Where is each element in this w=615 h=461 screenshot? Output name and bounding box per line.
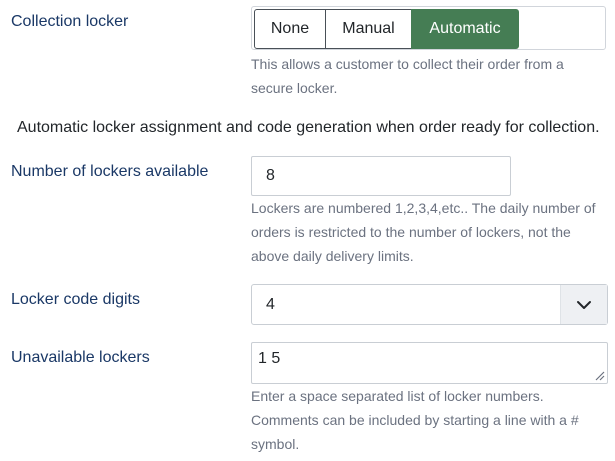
help-line: secure locker.: [251, 80, 338, 96]
option-manual-button[interactable]: Manual: [325, 9, 412, 49]
lockers-available-help: Lockers are numbered 1,2,3,4,etc.. The d…: [251, 196, 596, 268]
collection-locker-help: This allows a customer to collect their …: [251, 52, 564, 100]
help-line: above daily delivery limits.: [251, 248, 414, 264]
help-line: This allows a customer to collect their …: [251, 56, 564, 72]
help-line: Enter a space separated list of locker n…: [251, 388, 544, 404]
code-digits-label: Locker code digits: [11, 291, 140, 308]
help-line: symbol.: [251, 436, 300, 452]
option-none-button[interactable]: None: [254, 9, 326, 49]
unavailable-lockers-label: Unavailable lockers: [11, 349, 150, 366]
chevron-down-icon[interactable]: [560, 285, 607, 324]
resize-handle-icon[interactable]: [593, 369, 605, 381]
help-line: Comments can be included by starting a l…: [251, 412, 579, 428]
code-digits-value: 4: [266, 295, 275, 313]
option-automatic-button[interactable]: Automatic: [411, 9, 519, 49]
collection-locker-segmented-control: None Manual Automatic: [251, 6, 606, 50]
auto-locker-notice: Automatic locker assignment and code gen…: [17, 119, 600, 136]
code-digits-select[interactable]: 4: [251, 284, 608, 325]
lockers-available-input[interactable]: 8: [251, 156, 511, 196]
unavailable-lockers-textarea[interactable]: 1 5: [251, 342, 608, 384]
lockers-available-label: Number of lockers available: [11, 163, 209, 180]
unavailable-lockers-value: 1 5: [258, 350, 281, 367]
collection-locker-label: Collection locker: [11, 13, 129, 30]
help-line: orders is restricted to the number of lo…: [251, 224, 571, 240]
unavailable-lockers-help: Enter a space separated list of locker n…: [251, 384, 579, 456]
help-line: Lockers are numbered 1,2,3,4,etc.. The d…: [251, 200, 596, 216]
